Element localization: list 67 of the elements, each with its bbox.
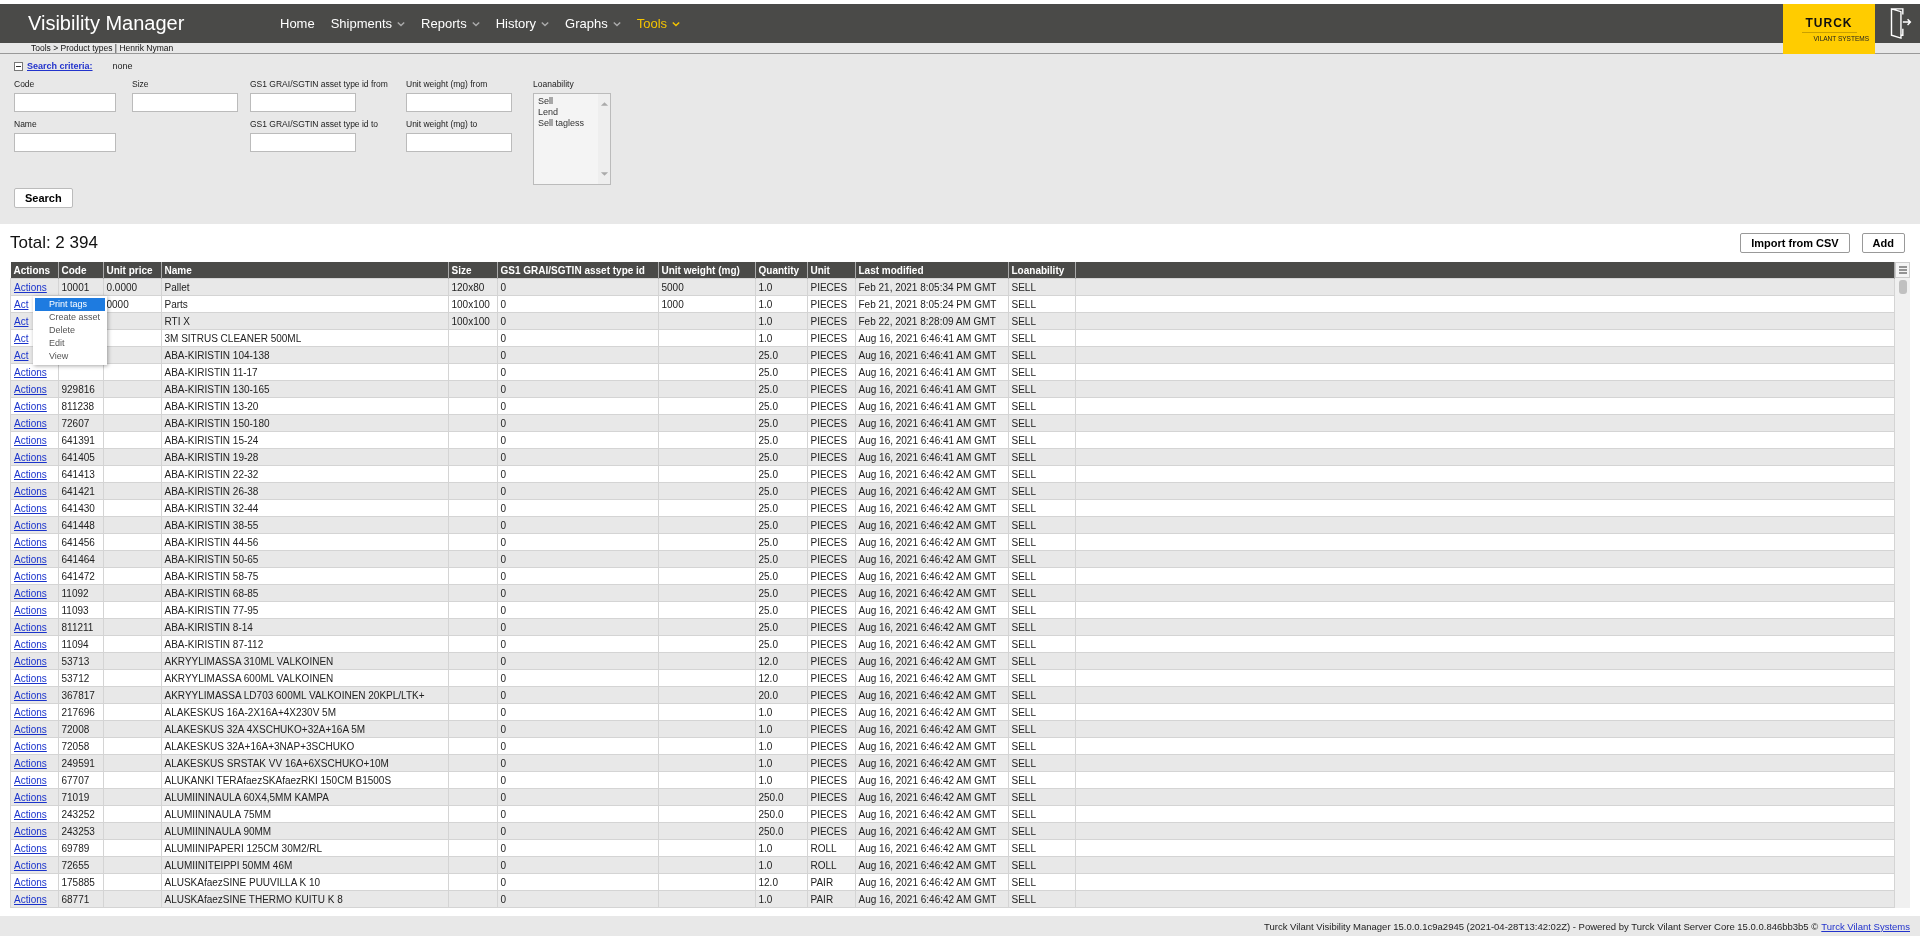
- scroll-up-icon[interactable]: [599, 101, 609, 107]
- table-cell: 5000: [658, 278, 755, 296]
- footer-text: Turck Vilant Visibility Manager 15.0.0.1c9a2945 (2021-04-28T13:42:02Z) - Powered by Turck Vilant Server Core 15.0.0.846bb3b5 ©: [1264, 920, 1819, 932]
- column-header[interactable]: Loanability: [1008, 262, 1075, 279]
- nav-item[interactable]: Graphs: [565, 16, 621, 31]
- input-field[interactable]: [132, 93, 238, 112]
- toolbar-button[interactable]: Add: [1861, 233, 1905, 253]
- table-cell: SELL: [1008, 278, 1075, 296]
- column-header[interactable]: Name: [161, 262, 448, 279]
- input-field[interactable]: [406, 93, 512, 112]
- search-criteria-link[interactable]: Search criteria:: [27, 61, 93, 71]
- input-field[interactable]: [14, 133, 116, 152]
- column-header[interactable]: GS1 GRAI/SGTIN asset type id: [497, 262, 658, 279]
- column-header[interactable]: Unit weight (mg): [658, 262, 755, 279]
- list-option[interactable]: Sell: [538, 96, 594, 107]
- menu-item[interactable]: View: [35, 350, 105, 363]
- search-button[interactable]: Search: [14, 188, 73, 208]
- field-label: Loanability: [533, 79, 575, 89]
- table-cell: 0.0000: [103, 278, 161, 296]
- column-header[interactable]: Unit price: [103, 262, 161, 279]
- list-option[interactable]: Lend: [538, 107, 594, 118]
- nav-item[interactable]: Tools: [636, 16, 681, 31]
- field-label: Unit weight (mg) from: [406, 79, 489, 89]
- column-menu-icon[interactable]: [1895, 262, 1910, 278]
- scroll-down-icon[interactable]: [599, 171, 609, 177]
- nav-item[interactable]: Reports: [421, 16, 480, 31]
- breadcrumb: Tools > Product types | Henrik Nyman: [31, 43, 174, 53]
- total-count: Total: 2 394: [10, 233, 98, 253]
- field-label: Name: [14, 119, 38, 129]
- table-cell: 0: [497, 278, 658, 296]
- nav-item[interactable]: History: [495, 16, 550, 31]
- menu-item[interactable]: Print tags: [35, 298, 105, 311]
- table-cell: 1.0: [755, 278, 807, 296]
- column-header[interactable]: Size: [448, 262, 497, 279]
- field-label: GS1 GRAI/SGTIN asset type id from: [250, 79, 389, 89]
- column-header[interactable]: Last modified: [855, 262, 1008, 279]
- menu-item[interactable]: Edit: [35, 337, 105, 350]
- scrollbar[interactable]: [1895, 278, 1910, 908]
- column-header[interactable]: Quantity: [755, 262, 807, 279]
- logout-icon[interactable]: [1888, 6, 1912, 40]
- column-header[interactable]: Actions: [10, 262, 58, 279]
- list-option[interactable]: Sell tagless: [538, 118, 594, 129]
- footer-link[interactable]: Turck Vilant Systems: [1821, 920, 1910, 932]
- app-title: Visibility Manager: [27, 12, 186, 35]
- input-field[interactable]: [406, 133, 512, 152]
- nav-item[interactable]: Shipments: [330, 16, 406, 31]
- table-cell: Pallet: [161, 278, 448, 296]
- input-field[interactable]: [250, 93, 356, 112]
- toolbar-button[interactable]: Import from CSV: [1740, 233, 1850, 253]
- column-header[interactable]: Unit: [807, 262, 855, 279]
- field-label: Unit weight (mg) to: [406, 119, 479, 129]
- table-cell: 10001: [58, 278, 103, 296]
- field-label: Code: [14, 79, 36, 89]
- loanability-listbox[interactable]: Sell Lend Sell tagless: [533, 93, 611, 185]
- table-cell: 120x80: [448, 278, 497, 296]
- input-field[interactable]: [14, 93, 116, 112]
- field-label: Size: [132, 79, 150, 89]
- collapse-icon[interactable]: [14, 61, 23, 71]
- table-cell: PIECES: [807, 278, 855, 296]
- menu-item[interactable]: Create asset: [35, 311, 105, 324]
- field-label: GS1 GRAI/SGTIN asset type id to: [250, 119, 380, 129]
- table-cell: Feb 21, 2021 8:05:34 PM GMT: [855, 278, 1008, 296]
- nav-item[interactable]: Home: [280, 16, 315, 31]
- column-header[interactable]: Code: [58, 262, 103, 279]
- criteria-summary: none: [112, 61, 133, 71]
- menu-item[interactable]: Delete: [35, 324, 105, 337]
- input-field[interactable]: [250, 133, 356, 152]
